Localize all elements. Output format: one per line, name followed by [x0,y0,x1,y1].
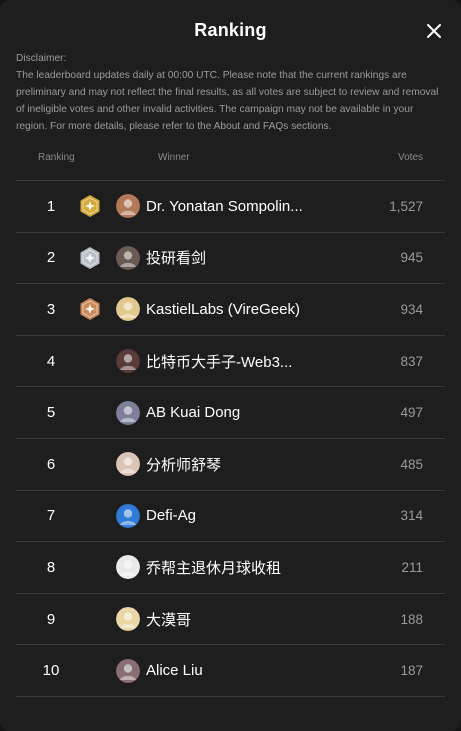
winner-name[interactable]: Alice Liu [146,645,203,696]
winner-name[interactable]: 分析师舒琴 [146,439,221,490]
table-row[interactable]: 10 Alice Liu 187 [16,645,445,697]
ranking-list: 1 Dr. Yonatan Sompolin... 1,527 2 投研看剑 945 3… [16,180,445,697]
disclaimer-body: Disclaimer: The leaderboard updates dail… [16,53,439,132]
table-row[interactable]: 6 分析师舒琴 485 [16,439,445,491]
avatar[interactable] [116,555,140,580]
rank-number: 6 [46,455,56,473]
vote-count: 945 [400,250,423,266]
avatar[interactable] [116,297,140,322]
table-row[interactable]: 5 AB Kuai Dong 497 [16,387,445,439]
winner-name[interactable]: KastielLabs (VireGeek) [146,284,300,335]
winner-name[interactable]: AB Kuai Dong [146,387,240,438]
vote-count: 485 [400,456,423,472]
vote-count: 497 [400,405,423,421]
rank-number: 4 [46,352,56,370]
vote-count: 211 [401,559,423,575]
avatar[interactable] [116,194,140,219]
avatar[interactable] [116,503,140,528]
silver-medal-icon [78,246,102,270]
table-row[interactable]: 3 KastielLabs (VireGeek) 934 [16,284,445,336]
rank-number: 3 [46,300,56,318]
rank-number: 1 [46,197,56,215]
avatar[interactable] [116,607,140,632]
rank-number: 9 [46,610,56,628]
winner-name[interactable]: 乔帮主退休月球收租 [146,542,281,593]
table-row[interactable]: 8 乔帮主退休月球收租 211 [16,542,445,594]
avatar[interactable] [116,245,140,270]
vote-count: 1,527 [389,198,423,214]
avatar[interactable] [116,658,140,683]
vote-count: 934 [400,301,423,317]
column-ranking: Ranking [38,152,75,163]
vote-count: 188 [400,611,423,627]
modal-title: Ranking [194,20,267,40]
disclaimer-text: Disclaimer: The leaderboard updates dail… [16,50,445,135]
column-votes: Votes [397,152,423,163]
vote-count: 187 [400,663,423,679]
table-row[interactable]: 9 大漠哥 188 [16,594,445,646]
winner-name[interactable]: 比特币大手子-Web3... [146,336,292,387]
vote-count: 314 [400,508,423,524]
table-row[interactable]: 7 Defi-Ag 314 [16,491,445,543]
winner-name[interactable]: 大漠哥 [146,594,191,645]
avatar[interactable] [116,452,140,477]
rank-number: 10 [42,662,60,680]
table-header: Ranking Winner Votes [16,152,445,166]
gold-medal-icon [78,194,102,218]
ranking-modal: Ranking Disclaimer: The leaderboard upda… [0,0,461,731]
rank-number: 8 [46,558,56,576]
avatar[interactable] [116,400,140,425]
rank-number: 2 [46,249,56,267]
table-row[interactable]: 4 比特币大手子-Web3... 837 [16,336,445,388]
table-row[interactable]: 2 投研看剑 945 [16,233,445,285]
winner-name[interactable]: 投研看剑 [146,233,206,284]
column-winner: Winner [158,152,190,163]
winner-name[interactable]: Dr. Yonatan Sompolin... [146,181,303,232]
avatar[interactable] [116,349,140,374]
bronze-medal-icon [78,297,102,321]
close-icon[interactable] [425,22,443,40]
rank-number: 7 [46,507,56,525]
rank-number: 5 [46,404,56,422]
winner-name[interactable]: Defi-Ag [146,491,196,542]
vote-count: 837 [400,353,423,369]
table-row[interactable]: 1 Dr. Yonatan Sompolin... 1,527 [16,181,445,233]
